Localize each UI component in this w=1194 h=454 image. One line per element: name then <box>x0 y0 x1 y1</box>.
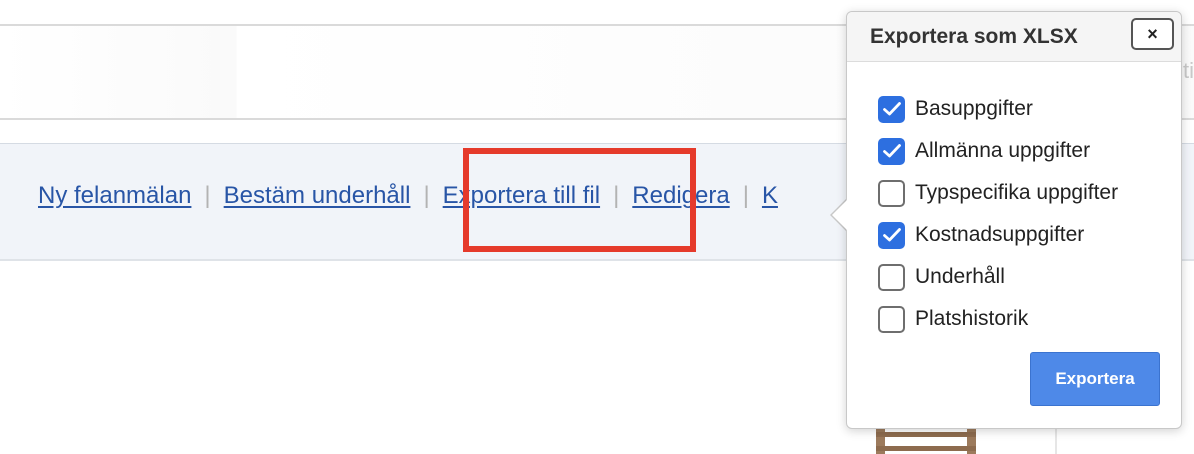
option-label: Platshistorik <box>915 307 1029 330</box>
checkmark-icon <box>882 102 901 116</box>
action-redigera[interactable]: Redigera <box>632 182 729 210</box>
close-icon: × <box>1147 23 1158 44</box>
option-typspecifika-uppgifter[interactable]: Typspecifika uppgifter <box>878 172 1118 214</box>
option-label: Kostnadsuppgifter <box>915 223 1085 246</box>
link-separator: | <box>613 182 620 209</box>
checkbox[interactable] <box>878 221 905 249</box>
checkbox[interactable] <box>878 179 905 207</box>
product-thumbnail <box>876 428 976 454</box>
action-k-truncated[interactable]: K <box>762 182 778 210</box>
option-kostnadsuppgifter[interactable]: Kostnadsuppgifter <box>878 214 1118 256</box>
popover-arrow-fill <box>832 200 847 230</box>
checkmark-icon <box>882 228 901 242</box>
option-label: Underhåll <box>915 265 1005 288</box>
option-allmanna-uppgifter[interactable]: Allmänna uppgifter <box>878 130 1118 172</box>
link-separator: | <box>742 182 749 209</box>
close-button[interactable]: × <box>1131 18 1174 50</box>
checkbox[interactable] <box>878 305 905 333</box>
action-links: Ny felanmälan | Bestäm underhåll | Expor… <box>38 182 778 210</box>
option-basuppgifter[interactable]: Basuppgifter <box>878 88 1118 130</box>
checkmark-icon <box>882 144 901 158</box>
link-separator: | <box>204 182 211 209</box>
checkbox[interactable] <box>878 137 905 165</box>
dialog-header: Exportera som XLSX × <box>847 12 1181 62</box>
action-bestam-underhall[interactable]: Bestäm underhåll <box>224 182 411 210</box>
option-label: Basuppgifter <box>915 97 1033 120</box>
option-label: Typspecifika uppgifter <box>915 181 1119 204</box>
action-exportera-till-fil[interactable]: Exportera till fil <box>443 182 600 210</box>
export-button[interactable]: Exportera <box>1030 352 1160 406</box>
option-label: Allmänna uppgifter <box>915 139 1091 162</box>
link-separator: | <box>423 182 430 209</box>
action-ny-felanmalan[interactable]: Ny felanmälan <box>38 182 191 210</box>
checkbox[interactable] <box>878 263 905 291</box>
option-underhall[interactable]: Underhåll <box>878 256 1118 298</box>
checkbox[interactable] <box>878 95 905 123</box>
dialog-title: Exportera som XLSX <box>870 25 1078 48</box>
option-platshistorik[interactable]: Platshistorik <box>878 298 1118 340</box>
obscured-text: ti <box>1183 58 1194 83</box>
export-options: Basuppgifter Allmänna uppgifter Typspeci… <box>878 88 1118 340</box>
export-dialog: Exportera som XLSX × Basuppgifter Allmän… <box>846 11 1182 429</box>
